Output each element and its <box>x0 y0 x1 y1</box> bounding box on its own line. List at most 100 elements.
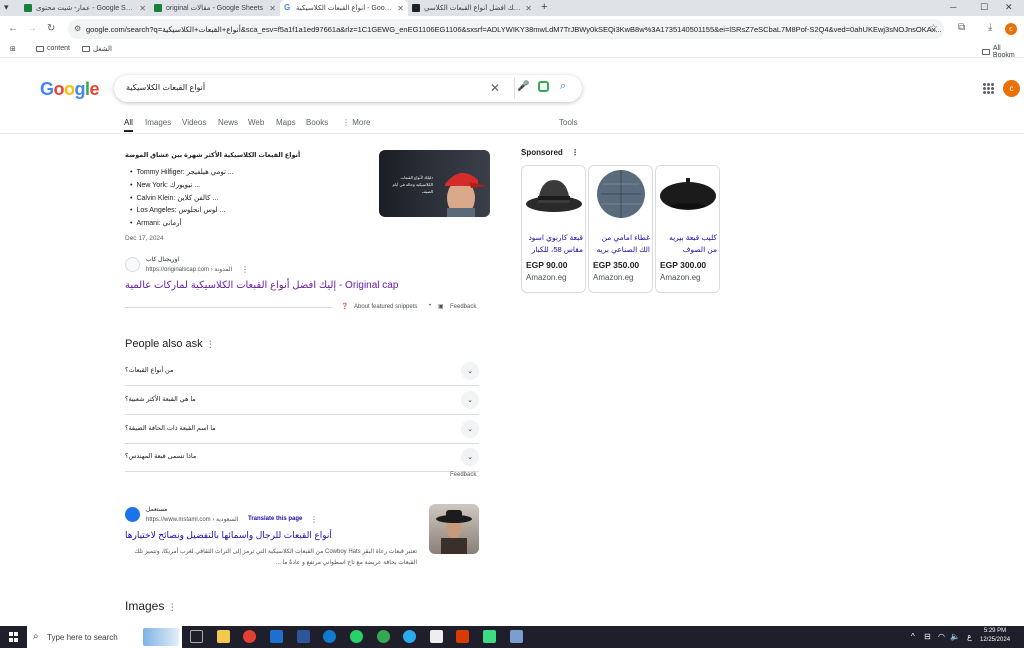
windows-start-button[interactable] <box>9 632 19 642</box>
translate-page-link[interactable]: Translate this page <box>248 516 302 522</box>
chrome-icon[interactable] <box>377 630 390 643</box>
clock-date: 12/25/2024 <box>980 637 1011 643</box>
tab-all[interactable]: All <box>124 118 133 127</box>
browser-tab-sheets-content[interactable]: عمار- شيت محتوى - Google Sheets ✕ <box>20 0 150 16</box>
address-bar[interactable]: ⚙ google.com/search?q=أنواع+القبعات+الكل… <box>68 19 944 39</box>
paa-question-text: ما اسم القبعة ذات الحافة الضيقة؟ <box>125 425 216 432</box>
paa-question[interactable]: ماذا تسمى قبعة المهندس؟ ⌄ <box>125 443 479 472</box>
app-icon[interactable] <box>270 630 283 643</box>
browser-tab-google-search[interactable]: G أنواع القبعات الكلاسيكية - Google Sear… <box>280 0 408 16</box>
chevron-down-icon[interactable]: ⌄ <box>461 391 479 409</box>
google-logo[interactable]: Google <box>40 79 100 100</box>
paa-feedback-link[interactable]: Feedback <box>450 472 476 478</box>
result-source-url[interactable]: https://originalscap.com › المدونة <box>146 266 232 273</box>
calculator-icon[interactable] <box>510 630 523 643</box>
result-thumbnail[interactable] <box>429 504 479 554</box>
bookmark-star-icon[interactable]: ☆ <box>929 23 938 34</box>
clear-icon[interactable]: ✕ <box>490 81 500 95</box>
account-avatar[interactable]: c <box>1003 80 1020 97</box>
reload-icon[interactable]: ↻ <box>47 23 55 34</box>
featured-snippet-image[interactable]: دليلك لأنواع القبعات الكلاسيكية وحالة في… <box>379 150 490 217</box>
download-icon[interactable]: ⤓ <box>988 22 992 33</box>
bookmark-folder-content[interactable]: content <box>36 45 70 52</box>
sheets-icon <box>24 4 32 12</box>
chrome-icon[interactable] <box>243 630 256 643</box>
forward-icon[interactable]: → <box>27 23 37 34</box>
search-box[interactable]: أنواع القبعات الكلاسيكية ✕ 🎤 ⌕ <box>114 75 582 102</box>
capcut-icon[interactable] <box>430 630 443 643</box>
tab-news[interactable]: News <box>218 118 238 127</box>
profile-avatar[interactable]: c <box>1005 23 1017 35</box>
chevron-down-icon[interactable]: ⌄ <box>461 448 479 466</box>
paa-question[interactable]: من أنواع القبعات؟ ⌄ <box>125 357 479 386</box>
office-icon[interactable] <box>456 630 469 643</box>
lens-icon[interactable] <box>538 81 549 92</box>
app-icon[interactable] <box>483 630 496 643</box>
product-title[interactable]: غطاء امامي من الك الصناعي بريه <box>593 232 650 257</box>
taskbar-clock[interactable]: 5:29 PM 12/25/2024 <box>980 627 1010 645</box>
apps-grid-icon[interactable]: ⊞ <box>10 45 16 53</box>
product-store: Amazon.eg <box>526 273 567 282</box>
close-window-button[interactable]: ✕ <box>1005 2 1013 13</box>
paa-question[interactable]: ما هي القبعة الأكثر شعبية؟ ⌄ <box>125 386 479 415</box>
tab-books[interactable]: Books <box>306 118 328 127</box>
browser-tab-original-cap[interactable]: إليك افضل أنواع القبعات الكلاسي... ✕ <box>408 0 536 16</box>
product-ad-card[interactable]: قبعة كاربوي اسود مقاس 58، للكبار EGP 90.… <box>521 165 586 293</box>
chevron-down-icon[interactable]: ⌄ <box>461 420 479 438</box>
google-apps-icon[interactable] <box>983 83 994 94</box>
product-image <box>656 166 719 226</box>
site-info-icon[interactable]: ⚙ <box>74 24 81 33</box>
whatsapp-icon[interactable] <box>350 630 363 643</box>
tab-maps[interactable]: Maps <box>276 118 296 127</box>
feedback-link[interactable]: Feedback <box>450 304 476 310</box>
more-options-icon[interactable]: ⋮ <box>168 602 177 612</box>
network-icon[interactable]: ⊟ <box>924 632 931 641</box>
tab-images[interactable]: Images <box>145 118 171 127</box>
more-options-icon[interactable]: ⋮ <box>571 148 579 157</box>
more-options-icon[interactable]: ⋮ <box>241 265 249 274</box>
tools-button[interactable]: Tools <box>559 118 578 127</box>
close-icon[interactable]: ✕ <box>266 4 276 13</box>
close-icon[interactable]: ✕ <box>522 4 532 13</box>
new-tab-button[interactable]: + <box>541 1 547 13</box>
tab-more[interactable]: ⋮ More <box>342 118 370 127</box>
word-icon[interactable] <box>297 630 310 643</box>
result-title-link[interactable]: أنواع القبعات للرجال واسمائها بالتفضيل و… <box>125 530 332 541</box>
language-indicator[interactable]: ع <box>967 632 972 641</box>
tab-search-icon[interactable]: ▾ <box>4 2 9 13</box>
featured-result-link[interactable]: إليك افضل أنواع القبعات الكلاسيكية لمارك… <box>125 280 398 291</box>
wifi-icon[interactable]: ◠ <box>938 632 945 641</box>
paa-question[interactable]: ما اسم القبعة ذات الحافة الضيقة؟ ⌄ <box>125 415 479 444</box>
tab-web[interactable]: Web <box>248 118 264 127</box>
product-title[interactable]: كليب قبعة بيريه من الصوف الفرنسي <box>660 232 717 257</box>
product-ad-card[interactable]: غطاء امامي من الك الصناعي بريه EGP 350.0… <box>588 165 653 293</box>
edge-icon[interactable] <box>323 630 336 643</box>
more-options-icon[interactable]: ⋮ <box>206 339 215 349</box>
snippet-list-item: Armani: أرماني <box>130 219 181 227</box>
all-bookmarks[interactable]: All Bookm <box>982 45 1024 59</box>
task-view-icon[interactable] <box>190 630 203 643</box>
search-highlight-image[interactable] <box>143 628 179 646</box>
extensions-icon[interactable]: ⧉ <box>958 22 965 33</box>
maximize-button[interactable]: ☐ <box>980 2 988 13</box>
more-options-icon[interactable]: ⋮ <box>310 515 318 524</box>
product-ad-card[interactable]: كليب قبعة بيريه من الصوف الفرنسي EGP 300… <box>655 165 720 293</box>
back-icon[interactable]: ← <box>8 23 18 34</box>
file-explorer-icon[interactable] <box>217 630 230 643</box>
tray-chevron-icon[interactable]: ^ <box>911 632 915 641</box>
volume-icon[interactable]: 🔈 <box>950 632 960 641</box>
product-title[interactable]: قبعة كاربوي اسود مقاس 58، للكبار <box>526 232 583 257</box>
tab-videos[interactable]: Videos <box>182 118 206 127</box>
close-icon[interactable]: ✕ <box>394 4 404 13</box>
result-source-url[interactable]: https://www.mstaml.com › السعودية <box>146 516 238 523</box>
search-input[interactable]: أنواع القبعات الكلاسيكية <box>126 83 205 92</box>
search-icon[interactable]: ⌕ <box>560 80 566 93</box>
about-featured-snippets[interactable]: About featured snippets <box>354 304 417 310</box>
minimize-button[interactable]: ─ <box>950 2 956 12</box>
telegram-icon[interactable] <box>403 630 416 643</box>
chevron-down-icon[interactable]: ⌄ <box>461 362 479 380</box>
bookmark-folder-work[interactable]: الشغل <box>82 45 112 53</box>
close-icon[interactable]: ✕ <box>136 4 146 13</box>
voice-search-icon[interactable]: 🎤 <box>517 81 529 92</box>
browser-tab-sheets-articles[interactable]: original مقالات - Google Sheets ✕ <box>150 0 280 16</box>
